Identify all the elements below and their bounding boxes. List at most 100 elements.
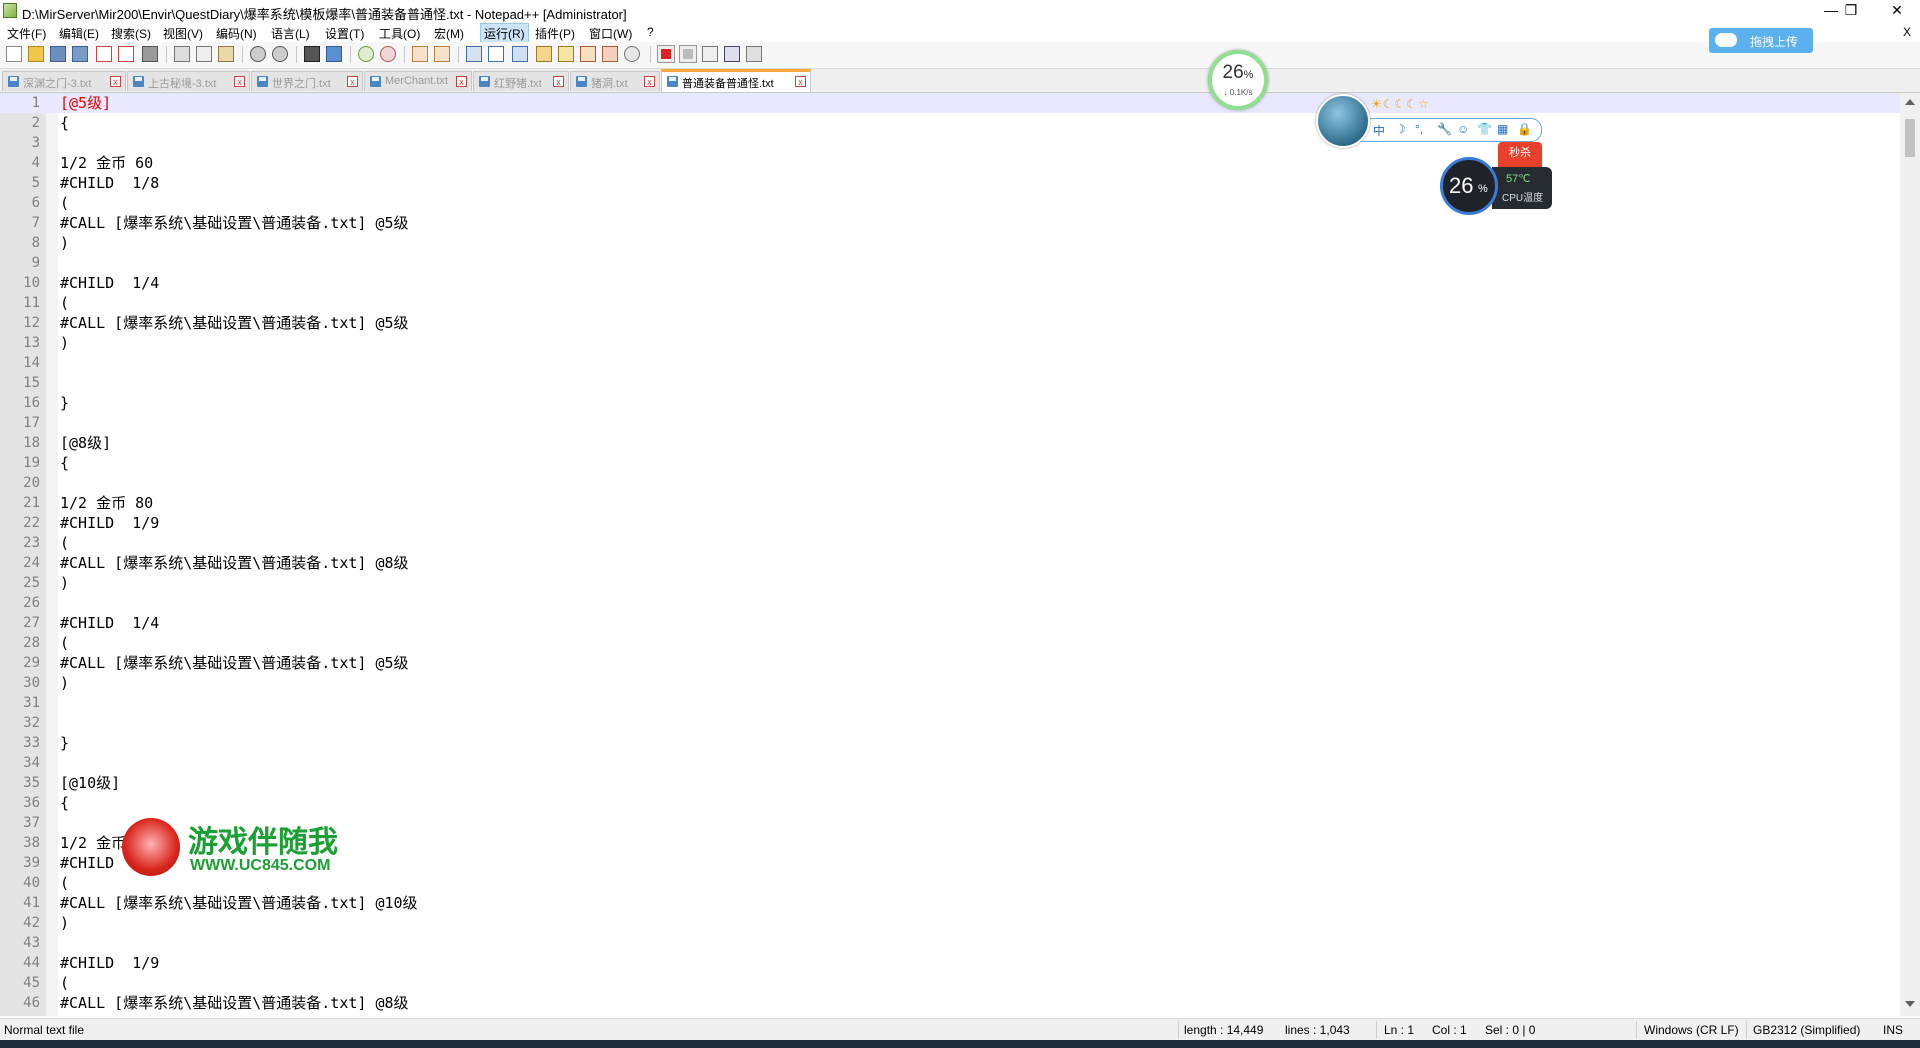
tab-close-icon[interactable]: x <box>347 76 358 87</box>
zoom-out-icon[interactable] <box>380 46 396 62</box>
editor-line[interactable]: 4 1/2 金币 60 <box>0 153 1900 173</box>
menu-search[interactable]: 搜索(S) <box>108 24 154 43</box>
editor-line[interactable]: 42) <box>0 913 1900 933</box>
moon-icon[interactable]: ☽ <box>1395 122 1406 136</box>
print-icon[interactable] <box>142 46 158 62</box>
editor-line[interactable]: 36 { <box>0 793 1900 813</box>
menu-encoding[interactable]: 编码(N) <box>213 24 260 43</box>
monitoring-icon[interactable] <box>624 46 640 62</box>
smiley-icon[interactable]: ☺ <box>1457 122 1469 136</box>
editor-line[interactable]: 17 <box>0 413 1900 433</box>
sync-horizontal-icon[interactable] <box>434 46 450 62</box>
editor-line[interactable]: 23 ( <box>0 533 1900 553</box>
folder-workspace-icon[interactable] <box>602 46 618 62</box>
function-list-icon[interactable] <box>580 46 596 62</box>
indent-guide-icon[interactable] <box>512 46 528 62</box>
editor-line[interactable]: 43 <box>0 933 1900 953</box>
punctuation-icon[interactable]: °, <box>1415 122 1423 136</box>
editor-line[interactable]: 7 #CALL [爆率系统\基础设置\普通装备.txt] @5级 <box>0 213 1900 233</box>
tab-active-document[interactable]: 普通装备普通怪.txt x <box>661 69 811 92</box>
editor-line[interactable]: 18 [@8级] <box>0 433 1900 453</box>
zoom-in-icon[interactable] <box>358 46 374 62</box>
menu-settings[interactable]: 设置(T) <box>322 24 367 43</box>
editor-line[interactable]: 28 ( <box>0 633 1900 653</box>
cut-icon[interactable] <box>174 46 190 62</box>
editor-line[interactable]: 34 <box>0 753 1900 773</box>
tab-close-icon[interactable]: x <box>795 76 806 87</box>
editor-line[interactable]: 44 #CHILD 1/9 <box>0 953 1900 973</box>
tab-document[interactable]: 红野猪.txt x <box>473 71 569 91</box>
tab-document[interactable]: 上古秘境-3.txt x <box>127 71 250 91</box>
menu-run[interactable]: 运行(R) <box>480 23 529 44</box>
save-macro-icon[interactable] <box>746 46 762 62</box>
menu-edit[interactable]: 编辑(E) <box>56 24 102 43</box>
wrench-icon[interactable]: 🔧 <box>1437 122 1452 136</box>
scroll-thumb[interactable] <box>1905 119 1915 157</box>
editor-line[interactable]: 10 #CHILD 1/4 <box>0 273 1900 293</box>
editor-line[interactable]: 25) <box>0 573 1900 593</box>
document-map-icon[interactable] <box>558 46 574 62</box>
close-button[interactable]: ✕ <box>1874 0 1920 22</box>
editor-line[interactable]: 15 <box>0 373 1900 393</box>
scroll-up-icon[interactable] <box>1905 99 1915 105</box>
save-icon[interactable] <box>50 46 66 62</box>
editor-line[interactable]: 21 1/2 金币 80 <box>0 493 1900 513</box>
editor-line[interactable]: 19 { <box>0 453 1900 473</box>
menu-language[interactable]: 语言(L) <box>268 24 313 43</box>
editor-line[interactable]: 13) <box>0 333 1900 353</box>
new-file-icon[interactable] <box>6 46 22 62</box>
editor-line[interactable]: 14 <box>0 353 1900 373</box>
grid-icon[interactable]: ▦ <box>1497 122 1508 136</box>
paste-icon[interactable] <box>218 46 234 62</box>
encoding-status[interactable]: GB2312 (Simplified) <box>1753 1023 1860 1037</box>
cpu-monitor-widget[interactable]: 57℃ CPU温度 26 % <box>1440 157 1556 217</box>
tab-document[interactable]: 世界之门.txt x <box>251 71 363 91</box>
save-all-icon[interactable] <box>72 46 88 62</box>
editor-line[interactable]: 31 <box>0 693 1900 713</box>
shirt-icon[interactable]: 👕 <box>1477 122 1492 136</box>
editor-line[interactable]: 12 #CALL [爆率系统\基础设置\普通装备.txt] @5级 <box>0 313 1900 333</box>
editor-line[interactable]: 11 ( <box>0 293 1900 313</box>
editor-line[interactable]: 5 #CHILD 1/8 <box>0 173 1900 193</box>
define-language-icon[interactable] <box>536 46 552 62</box>
editor-line[interactable]: 3 <box>0 133 1900 153</box>
tab-close-icon[interactable]: x <box>644 76 655 87</box>
insert-mode-status[interactable]: INS <box>1883 1023 1903 1037</box>
chinese-mode-icon[interactable]: 中 <box>1373 122 1385 139</box>
copy-icon[interactable] <box>196 46 212 62</box>
maximize-button[interactable]: ❐ <box>1828 0 1874 22</box>
replace-icon[interactable] <box>326 46 342 62</box>
eol-format-status[interactable]: Windows (CR LF) <box>1644 1023 1739 1037</box>
undo-icon[interactable] <box>250 46 266 62</box>
scroll-down-icon[interactable] <box>1905 1001 1915 1007</box>
record-macro-icon[interactable] <box>658 46 674 62</box>
editor-line[interactable]: 46 #CALL [爆率系统\基础设置\普通装备.txt] @8级 <box>0 993 1900 1013</box>
menu-macro[interactable]: 宏(M) <box>431 24 467 43</box>
editor-line[interactable]: 16} <box>0 393 1900 413</box>
tab-close-icon[interactable]: x <box>456 76 467 87</box>
menu-help[interactable]: ? <box>644 24 657 40</box>
menu-plugins[interactable]: 插件(P) <box>532 24 578 43</box>
vertical-scrollbar[interactable] <box>1900 93 1920 1016</box>
tab-close-icon[interactable]: x <box>234 76 245 87</box>
editor-line[interactable]: 35 [@10级] <box>0 773 1900 793</box>
show-all-chars-icon[interactable] <box>488 46 504 62</box>
editor-line[interactable]: 20 <box>0 473 1900 493</box>
editor-line[interactable]: 45 ( <box>0 973 1900 993</box>
tab-close-icon[interactable]: x <box>110 76 121 87</box>
editor-line[interactable]: 33} <box>0 733 1900 753</box>
editor-line[interactable]: 30) <box>0 673 1900 693</box>
word-wrap-icon[interactable] <box>466 46 482 62</box>
tab-close-icon[interactable]: x <box>553 76 564 87</box>
network-speed-gauge[interactable]: 26% ↓ 0.1K/s <box>1208 50 1268 110</box>
editor-line[interactable]: 2{ <box>0 113 1900 133</box>
avatar[interactable] <box>1316 94 1370 148</box>
cloud-upload-button[interactable]: 拖拽上传 <box>1709 28 1813 53</box>
lock-icon[interactable]: 🔒 <box>1517 122 1532 136</box>
play-macro-icon[interactable] <box>702 46 718 62</box>
menu-file[interactable]: 文件(F) <box>4 24 49 43</box>
menu-window[interactable]: 窗口(W) <box>586 24 635 43</box>
open-file-icon[interactable] <box>28 46 44 62</box>
run-macro-multiple-icon[interactable] <box>724 46 740 62</box>
tab-document[interactable]: 猪洞.txt x <box>570 71 660 91</box>
